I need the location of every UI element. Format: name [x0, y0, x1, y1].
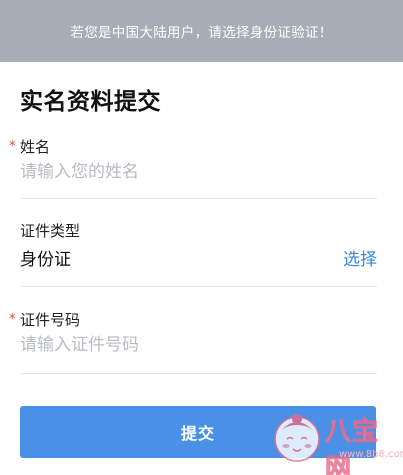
- name-field: * 姓名: [0, 134, 403, 200]
- submit-button[interactable]: 提交: [20, 406, 376, 458]
- id-type-field[interactable]: 证件类型 身份证 选择: [0, 220, 403, 287]
- real-name-submission-page: 若您是中国大陆用户，请选择身份证验证！ 实名资料提交 * 姓名 证件类型 身份证…: [0, 0, 403, 475]
- id-number-field: * 证件号码: [0, 307, 403, 374]
- page-title: 实名资料提交: [20, 89, 161, 115]
- divider: [20, 373, 377, 374]
- name-label: 姓名: [20, 138, 51, 156]
- select-id-type-button[interactable]: 选择: [343, 245, 377, 270]
- notice-banner: 若您是中国大陆用户，请选择身份证验证！: [0, 0, 403, 62]
- notice-text: 若您是中国大陆用户，请选择身份证验证！: [70, 25, 333, 41]
- required-mark: *: [9, 312, 16, 327]
- divider: [20, 198, 377, 199]
- name-input[interactable]: [20, 159, 320, 185]
- id-number-label: 证件号码: [20, 311, 81, 329]
- required-mark: *: [9, 139, 16, 154]
- id-type-value: 身份证: [20, 250, 71, 270]
- id-number-input[interactable]: [20, 332, 320, 358]
- id-type-label: 证件类型: [20, 222, 81, 240]
- divider: [20, 286, 377, 287]
